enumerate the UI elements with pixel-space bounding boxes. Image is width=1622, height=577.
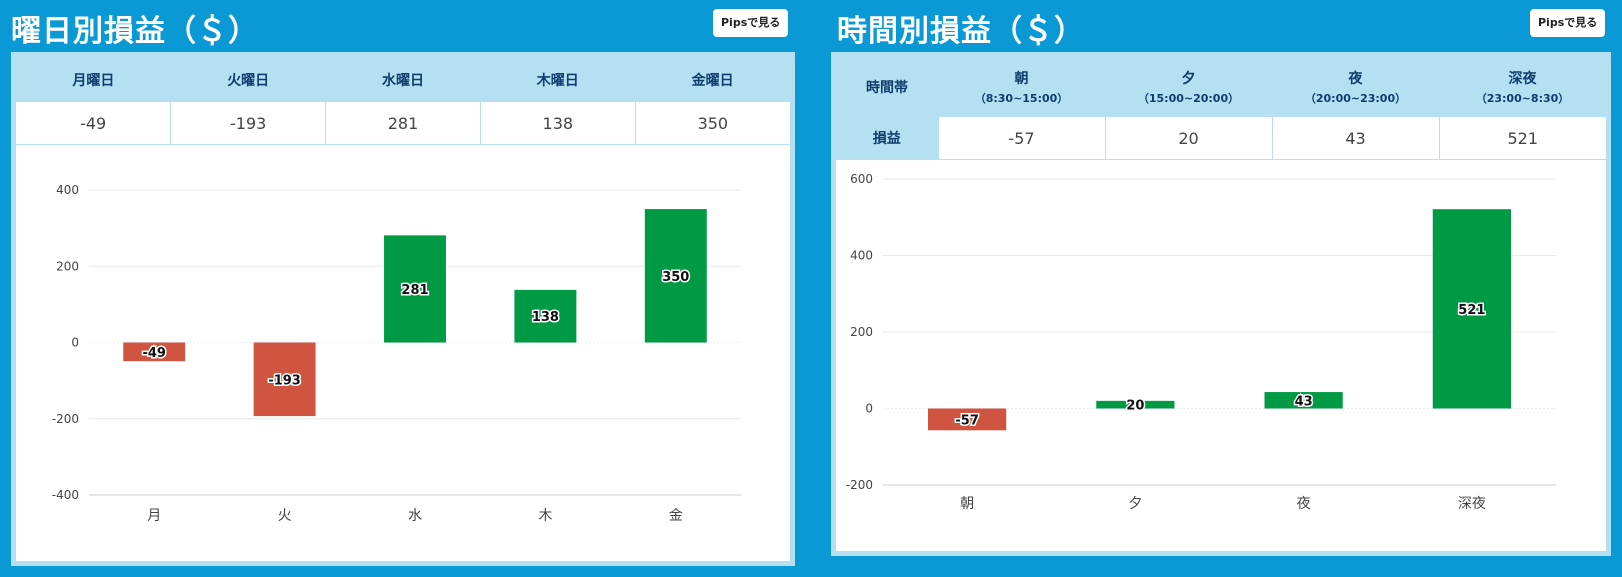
period-range: （15:00~20:00） <box>1137 92 1240 105</box>
period-morning: 朝 （8:30~15:00） <box>938 57 1105 117</box>
bar-data-label: 43 <box>1295 394 1313 409</box>
period-name: 夕 <box>1181 71 1196 87</box>
bar-data-label: 138 <box>532 310 559 325</box>
header-wednesday: 水曜日 <box>325 57 481 102</box>
x-category-label: 水 <box>408 508 422 524</box>
y-tick-label: -200 <box>846 478 873 492</box>
value-morning: -57 <box>937 117 1105 160</box>
period-late-night: 深夜 （23:00~8:30） <box>1439 57 1606 117</box>
bar-data-label: 20 <box>1126 399 1144 414</box>
weekday-pips-button[interactable]: Pipsで見る <box>713 9 789 37</box>
header-tuesday: 火曜日 <box>170 57 326 102</box>
y-tick-label: 600 <box>850 172 873 186</box>
y-tick-label: 0 <box>865 402 873 416</box>
value-wednesday: 281 <box>325 102 481 145</box>
x-category-label: 木 <box>538 508 552 524</box>
y-tick-label: -400 <box>52 488 79 502</box>
y-tick-label: 400 <box>850 249 873 263</box>
period-name: 朝 <box>1014 71 1029 87</box>
value-monday: -49 <box>16 102 171 145</box>
bar-data-label: -193 <box>268 373 301 388</box>
value-night: 43 <box>1271 117 1439 160</box>
weekday-table: 月曜日 火曜日 水曜日 木曜日 金曜日 -49 -193 281 138 350 <box>16 57 790 145</box>
x-category-label: 火 <box>278 508 292 524</box>
time-table: 時間帯 朝 （8:30~15:00） 夕 （15:00~20:00） 夜 （20… <box>836 57 1606 160</box>
header-thursday: 木曜日 <box>480 57 636 102</box>
y-tick-label: 200 <box>56 259 79 273</box>
value-evening: 20 <box>1104 117 1272 160</box>
header-friday: 金曜日 <box>635 57 790 102</box>
weekday-title: 曜日別損益（＄） <box>11 14 259 49</box>
period-night: 夜 （20:00~23:00） <box>1272 57 1439 117</box>
x-category-label: 夜 <box>1297 496 1311 512</box>
bar-data-label: 521 <box>1458 303 1485 318</box>
bar-data-label: -57 <box>955 413 979 428</box>
bar-data-label: 350 <box>662 270 689 285</box>
period-evening: 夕 （15:00~20:00） <box>1105 57 1272 117</box>
period-name: 夜 <box>1348 71 1363 87</box>
y-tick-label: 400 <box>56 183 79 197</box>
time-card: 時間帯 朝 （8:30~15:00） 夕 （15:00~20:00） 夜 （20… <box>831 52 1611 556</box>
bar-data-label: -49 <box>142 346 166 361</box>
weekday-bar-chart: 400 200 0 -200 -400 -49 月 -193 火 281 水 138 木 350 金 <box>52 183 741 524</box>
y-tick-label: 0 <box>71 336 79 350</box>
x-category-label: 深夜 <box>1458 496 1486 512</box>
weekday-card: 月曜日 火曜日 水曜日 木曜日 金曜日 -49 -193 281 138 350… <box>11 52 795 566</box>
header-monday: 月曜日 <box>16 57 171 102</box>
x-category-label: 金 <box>669 508 683 524</box>
period-range: （8:30~15:00） <box>974 92 1069 105</box>
y-tick-label: -200 <box>52 412 79 426</box>
row-header-profit: 損益 <box>836 117 938 160</box>
time-bar-chart: 600 400 200 0 -200 -57 朝 20 夕 43 夜 521 深夜 <box>846 172 1556 512</box>
period-name: 深夜 <box>1508 71 1537 87</box>
bar-data-label: 281 <box>401 283 428 298</box>
value-friday: 350 <box>634 102 790 145</box>
time-title: 時間別損益（＄） <box>837 14 1085 49</box>
x-category-label: 月 <box>147 508 161 524</box>
value-tuesday: -193 <box>170 102 326 145</box>
period-range: （23:00~8:30） <box>1475 92 1570 105</box>
value-late-night: 521 <box>1438 117 1606 160</box>
x-category-label: 夕 <box>1128 496 1142 512</box>
x-category-label: 朝 <box>960 496 974 512</box>
y-tick-label: 200 <box>850 325 873 339</box>
value-thursday: 138 <box>479 102 636 145</box>
period-range: （20:00~23:00） <box>1304 92 1407 105</box>
time-pips-button[interactable]: Pipsで見る <box>1530 9 1606 37</box>
row-header-time: 時間帯 <box>836 57 938 117</box>
